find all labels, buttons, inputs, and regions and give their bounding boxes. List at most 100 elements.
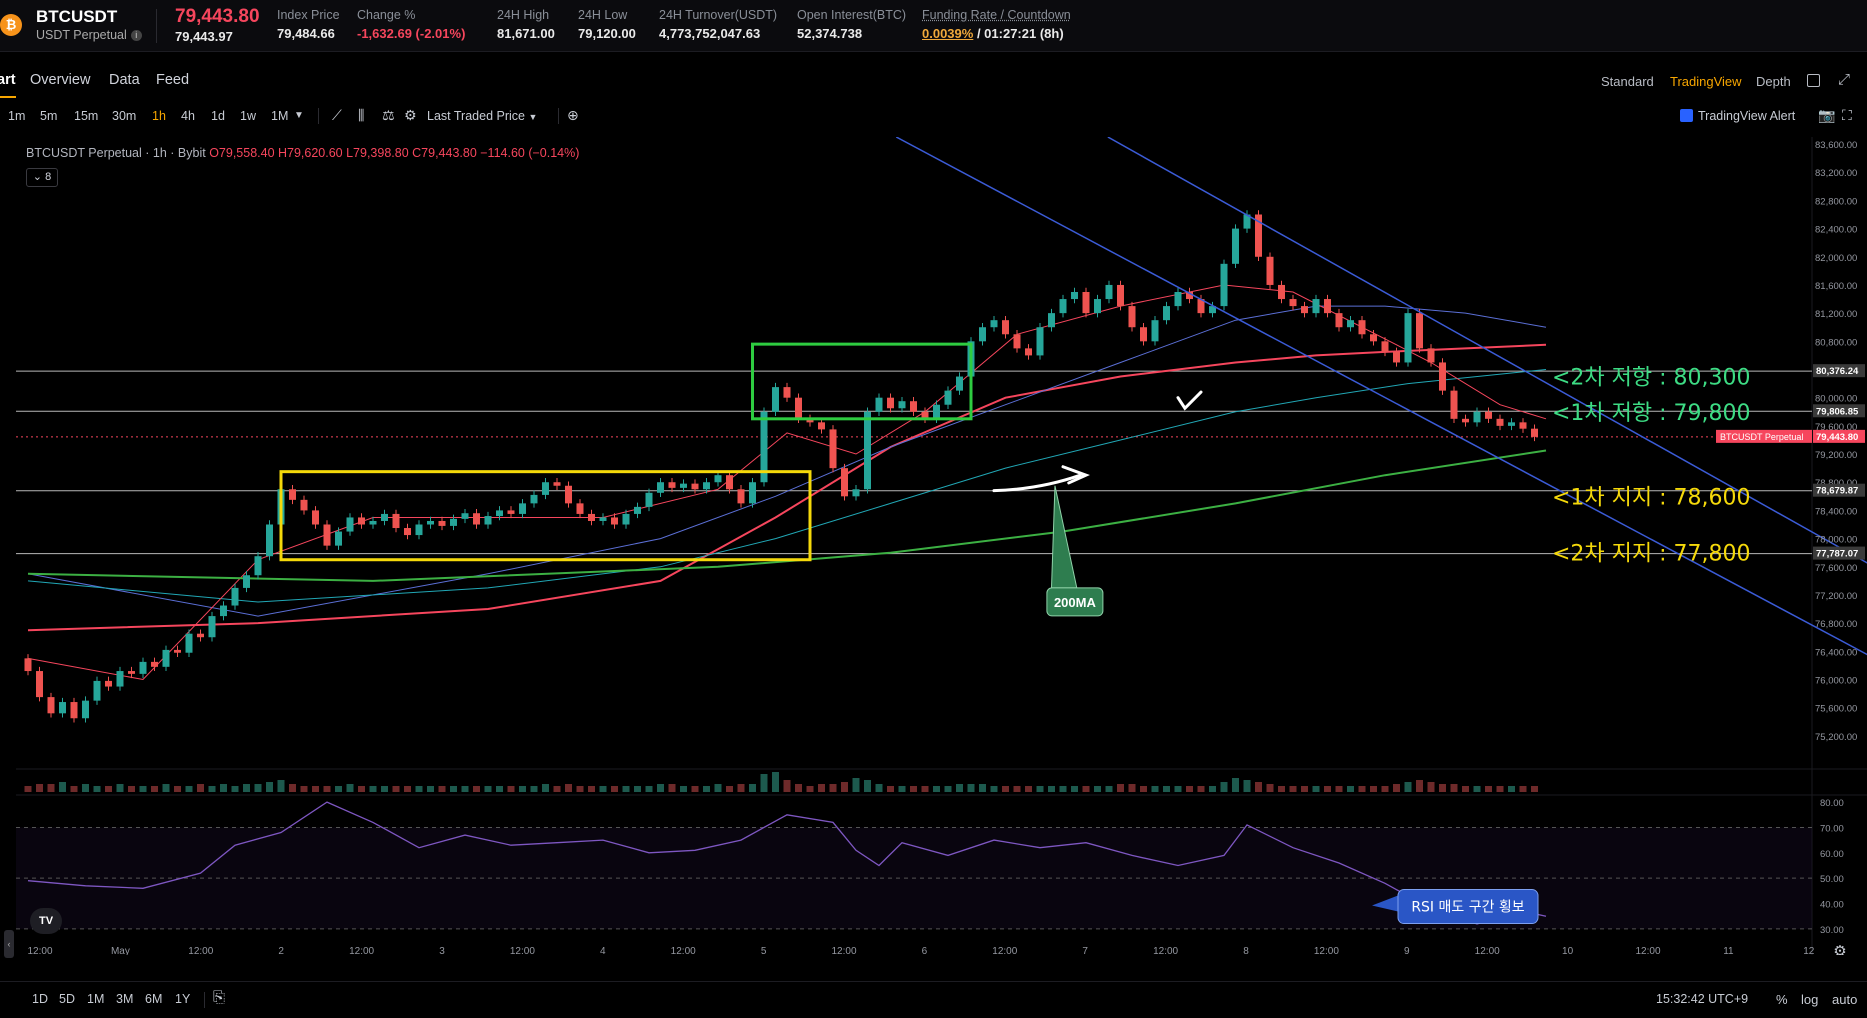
time-axis-tick: 12:00: [1153, 946, 1178, 955]
timeframe-1w[interactable]: 1w: [240, 109, 256, 123]
candle-body: [473, 513, 480, 525]
candle-body: [1358, 320, 1366, 335]
timeframe-15m[interactable]: 15m: [74, 109, 98, 123]
add-icon[interactable]: ⊕: [567, 107, 579, 124]
volume-bar: [1450, 784, 1458, 792]
candle-body: [1266, 256, 1274, 285]
candle-body: [507, 510, 515, 514]
view-tradingview[interactable]: TradingView: [1670, 74, 1742, 89]
camera-icon[interactable]: 📷: [1818, 107, 1835, 124]
window-icon[interactable]: [1807, 74, 1820, 87]
range-3m[interactable]: 3M: [116, 992, 133, 1006]
auto-toggle[interactable]: auto: [1832, 992, 1857, 1007]
axis-settings-icon: ⚙: [1833, 942, 1846, 955]
alert-label: TradingView Alert: [1698, 109, 1796, 123]
timeframe-1d[interactable]: 1d: [211, 109, 225, 123]
tab-data[interactable]: Data: [109, 72, 140, 88]
chevron-down-icon[interactable]: ▼: [294, 110, 304, 121]
timeframe-30m[interactable]: 30m: [112, 109, 136, 123]
stat-funding-rate[interactable]: Funding Rate / Countdown 0.0039% / 01:27…: [922, 8, 1071, 41]
volume-bar: [116, 784, 124, 792]
stat-value: 0.0039% / 01:27:21 (8h): [922, 26, 1071, 41]
stat-value: 81,671.00: [497, 26, 555, 41]
volume-bar: [588, 786, 595, 792]
candle-body: [24, 658, 32, 672]
funding-countdown: / 01:27:21 (8h): [976, 26, 1064, 41]
volume-bar: [381, 786, 388, 792]
date-range-icon[interactable]: ⎘: [213, 989, 225, 1006]
chart-area[interactable]: <2차 저항 : 80,300 <1차 저항 : 79,800 <1차 지지 : 7…: [0, 137, 1867, 955]
chart-canvas[interactable]: <2차 저항 : 80,300 <1차 저항 : 79,800 <1차 지지 : 7…: [0, 137, 1867, 955]
volume-bar: [404, 786, 411, 792]
volume-bar: [1485, 786, 1492, 792]
volume-bar: [956, 784, 963, 792]
divider: [318, 108, 319, 124]
volume-bar: [1094, 786, 1101, 792]
volume-bar: [703, 786, 710, 792]
timeframe-5m[interactable]: 5m: [40, 109, 57, 123]
timeframe-1h[interactable]: 1h: [152, 109, 166, 123]
volume-bar: [70, 786, 78, 792]
time-axis-tick: 12:00: [27, 946, 52, 955]
range-1m[interactable]: 1M: [87, 992, 104, 1006]
view-depth[interactable]: Depth: [1756, 74, 1791, 89]
candle-body: [404, 528, 411, 536]
candle-type-icon[interactable]: ⫼: [358, 107, 364, 124]
rsi-axis-tick: 50.00: [1820, 874, 1844, 885]
chart-nav: art Overview Data Feed Standard TradingV…: [0, 64, 1867, 98]
symbol-title[interactable]: BTCUSDT: [36, 7, 117, 27]
time-axis-tick: 9: [1404, 946, 1410, 955]
timeframe-1m[interactable]: 1m: [8, 109, 25, 123]
tab-feed[interactable]: Feed: [156, 72, 189, 88]
price-source-select[interactable]: Last Traded Price ▼: [427, 109, 537, 123]
stat-value: 52,374.738: [797, 26, 863, 41]
volume-bar: [1358, 786, 1366, 792]
candle-body: [1163, 306, 1170, 321]
volume-bar: [1439, 784, 1446, 792]
checkmark-icon: [1176, 390, 1203, 411]
time-axis-tick: 7: [1082, 946, 1088, 955]
range-5d[interactable]: 5D: [59, 992, 75, 1006]
expand-icon[interactable]: ⤢: [1838, 71, 1850, 88]
collapse-indicators-button[interactable]: ⌄ 8: [26, 168, 58, 187]
candle-body: [818, 422, 825, 430]
log-toggle[interactable]: log: [1801, 992, 1818, 1007]
candle-body: [772, 387, 779, 412]
volume-bar: [231, 786, 239, 792]
funding-rate: 0.0039%: [922, 26, 974, 41]
fullscreen-icon[interactable]: ⛶: [1842, 107, 1852, 124]
volume-bar: [1370, 786, 1377, 792]
price-axis-tick: 83,600.00: [1815, 140, 1857, 151]
view-standard[interactable]: Standard: [1601, 74, 1654, 89]
candle-body: [1013, 334, 1021, 349]
range-6m[interactable]: 6M: [145, 992, 162, 1006]
candle-body: [1404, 313, 1412, 363]
range-1y[interactable]: 1Y: [175, 992, 190, 1006]
volume-bar: [668, 784, 676, 792]
stat-label: Change %: [357, 8, 416, 22]
compare-icon[interactable]: ⚖: [382, 107, 395, 124]
volume-bar: [197, 784, 204, 792]
candle-body: [438, 520, 446, 526]
candle-body: [162, 649, 170, 667]
candle-body: [323, 524, 331, 546]
tab-overview[interactable]: Overview: [30, 72, 90, 88]
candle-body: [1393, 351, 1400, 363]
chevron-left-icon[interactable]: ‹: [4, 930, 14, 958]
timeframe-1M[interactable]: 1M: [271, 109, 288, 123]
candle-body: [59, 702, 66, 714]
indicators-icon[interactable]: ⟋: [332, 107, 342, 124]
volume-bar: [254, 784, 262, 792]
last-price: 79,443.80: [175, 6, 260, 27]
percent-toggle[interactable]: %: [1776, 992, 1788, 1007]
timeframe-4h[interactable]: 4h: [181, 109, 195, 123]
tab-chart[interactable]: art: [0, 72, 16, 88]
settings-gear-icon[interactable]: ⚙: [404, 107, 417, 124]
candle-body: [622, 513, 630, 525]
tradingview-alert-button[interactable]: TradingView Alert: [1680, 109, 1795, 123]
range-1d[interactable]: 1D: [32, 992, 48, 1006]
info-icon[interactable]: i: [130, 30, 142, 42]
volume-bar: [1059, 786, 1067, 792]
candle-body: [749, 482, 756, 504]
volume-bar: [1404, 782, 1412, 792]
